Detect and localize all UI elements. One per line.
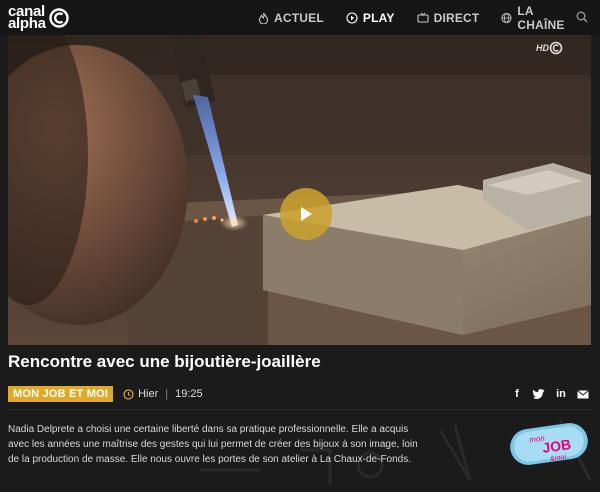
- facebook-glyph: f: [515, 388, 519, 400]
- section-divider: [8, 409, 591, 410]
- nav-item-la-chaine[interactable]: LA CHAÎNE: [501, 4, 578, 32]
- logo-mark-icon: [48, 8, 69, 28]
- play-button[interactable]: [280, 188, 332, 240]
- flame-icon: [258, 12, 269, 24]
- main-nav: ACTUEL PLAY DIRECT LA CHAÎNE: [258, 0, 600, 35]
- tv-icon: [417, 12, 429, 23]
- video-player[interactable]: HD: [8, 35, 591, 345]
- nav-label-la-chaine: LA CHAÎNE: [517, 3, 565, 32]
- play-icon: [301, 207, 312, 221]
- hd-label: HD: [536, 43, 549, 53]
- publish-time: 19:25: [175, 388, 203, 400]
- hd-badge: HD: [536, 41, 563, 55]
- video-title: Rencontre avec une bijoutière-joaillère: [8, 352, 321, 371]
- twitter-icon[interactable]: [532, 387, 546, 401]
- mail-icon[interactable]: [576, 387, 590, 401]
- nav-item-actuel[interactable]: ACTUEL: [258, 11, 324, 25]
- top-navigation-bar: canal alpha ACTUEL PLAY DIRECT LA CHAÎNE: [0, 0, 600, 35]
- play-circle-icon: [346, 11, 358, 24]
- clock-icon: [123, 388, 134, 400]
- meta-separator: |: [165, 388, 169, 400]
- linkedin-icon[interactable]: in: [554, 387, 568, 401]
- nav-label-actuel: ACTUEL: [274, 10, 324, 25]
- channel-watermark-icon: [549, 41, 563, 55]
- search-icon[interactable]: [576, 11, 588, 23]
- nav-item-direct[interactable]: DIRECT: [417, 11, 480, 25]
- video-description: Nadia Delprete a choisi une certaine lib…: [8, 424, 418, 465]
- nav-item-play[interactable]: PLAY: [346, 11, 395, 25]
- nav-label-direct: DIRECT: [433, 10, 480, 25]
- globe-icon: [501, 12, 512, 23]
- logo-line-2: alpha: [8, 15, 46, 32]
- nav-label-play: PLAY: [362, 10, 395, 25]
- category-tag[interactable]: MON JOB ET MOI: [8, 386, 114, 402]
- linkedin-glyph: in: [556, 388, 566, 400]
- video-meta: MON JOB ET MOI Hier | 19:25: [8, 386, 203, 402]
- canal-alpha-logo[interactable]: canal alpha: [8, 3, 69, 33]
- share-bar: f in: [510, 387, 598, 401]
- publish-date: Hier: [138, 388, 159, 400]
- mon-job-et-moi-logo[interactable]: mon JOB &moi: [508, 420, 592, 468]
- facebook-icon[interactable]: f: [510, 387, 524, 401]
- logo-wordmark: canal alpha: [8, 4, 46, 32]
- show-logo-line-3: &moi: [550, 454, 567, 463]
